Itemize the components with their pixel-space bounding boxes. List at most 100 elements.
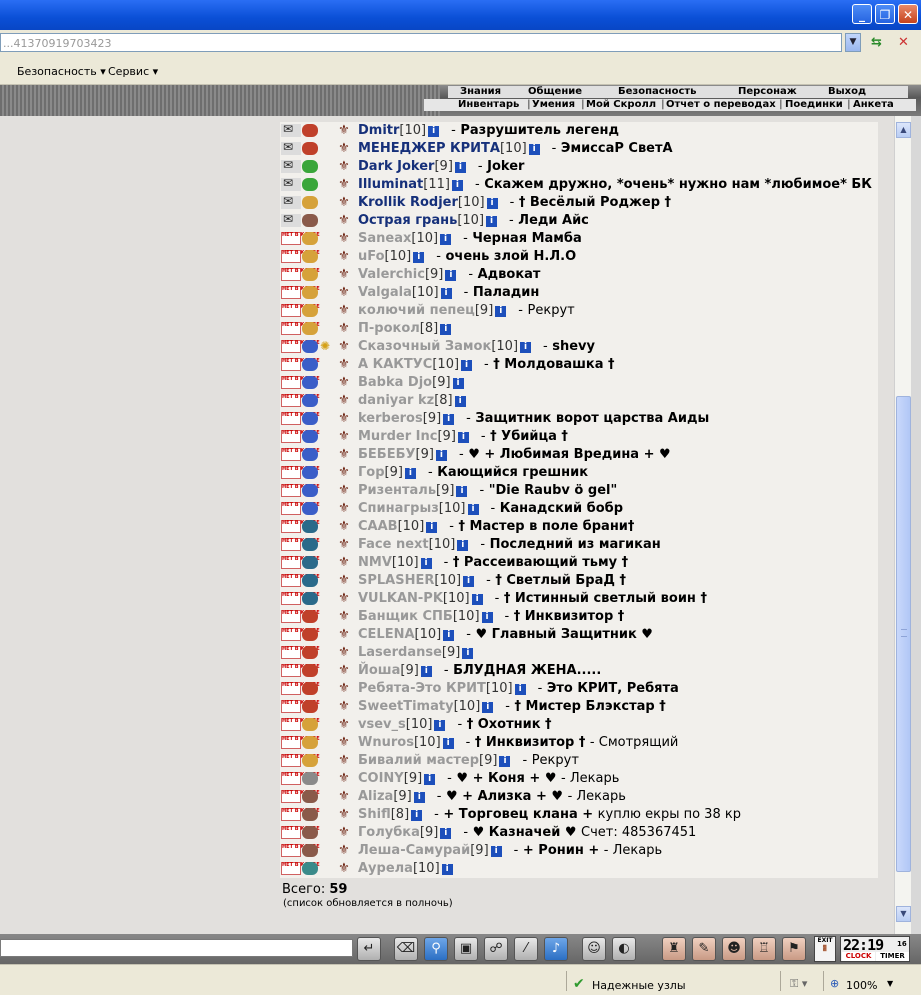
clan-emblem-icon[interactable]: ⚜ bbox=[334, 267, 354, 282]
info-icon[interactable]: i bbox=[481, 612, 493, 623]
clan-emblem-icon[interactable]: ⚜ bbox=[334, 357, 354, 372]
info-icon[interactable]: i bbox=[486, 198, 498, 209]
info-icon[interactable]: i bbox=[443, 630, 455, 641]
member-name[interactable]: Спинагрыз bbox=[358, 501, 439, 516]
refresh-icon[interactable]: ⇆ bbox=[866, 33, 887, 52]
member-name[interactable]: МЕНЕДЖЕР КРИТА bbox=[358, 141, 500, 156]
member-name[interactable]: Saneax bbox=[358, 231, 411, 246]
walk-icon[interactable]: ☍ bbox=[484, 937, 508, 961]
nav-communication[interactable]: Общение bbox=[528, 86, 582, 98]
clan-emblem-icon[interactable]: ⚜ bbox=[334, 375, 354, 390]
clan-emblem-icon[interactable]: ⚜ bbox=[334, 213, 354, 228]
not-in-club-icon[interactable]: НЕТ В КЛУБЕ bbox=[281, 484, 320, 497]
info-icon[interactable]: i bbox=[528, 144, 540, 155]
clan-emblem-icon[interactable]: ⚜ bbox=[334, 411, 354, 426]
menu-service[interactable]: Сервис ▾ bbox=[108, 65, 158, 78]
not-in-club-icon[interactable]: НЕТ В КЛУБЕ bbox=[281, 538, 320, 551]
save-icon[interactable]: ▣ bbox=[454, 937, 478, 961]
member-name[interactable]: VULKAN-PK bbox=[358, 591, 443, 606]
not-in-club-icon[interactable]: НЕТ В КЛУБЕ bbox=[281, 448, 320, 461]
zoom-icon[interactable]: ⊕ bbox=[830, 977, 839, 990]
member-name[interactable]: Dmitr bbox=[358, 123, 399, 138]
bag-icon[interactable]: ♜ bbox=[662, 937, 686, 961]
not-in-club-icon[interactable]: НЕТ В КЛУБЕ bbox=[281, 322, 320, 335]
not-in-club-icon[interactable]: НЕТ В КЛУБЕ bbox=[281, 412, 320, 425]
minimize-button[interactable]: _ bbox=[852, 4, 872, 24]
not-in-club-icon[interactable]: НЕТ В КЛУБЕ bbox=[281, 268, 320, 281]
member-name[interactable]: Babka Djo bbox=[358, 375, 432, 390]
clan-emblem-icon[interactable]: ⚜ bbox=[334, 807, 354, 822]
not-in-club-icon[interactable]: НЕТ В КЛУБЕ bbox=[281, 736, 320, 749]
member-name[interactable]: Aliza bbox=[358, 789, 393, 804]
chat-input[interactable] bbox=[0, 939, 353, 957]
info-icon[interactable]: i bbox=[471, 594, 483, 605]
info-icon[interactable]: i bbox=[440, 288, 452, 299]
info-icon[interactable]: i bbox=[456, 486, 468, 497]
member-name[interactable]: Face next bbox=[358, 537, 429, 552]
not-in-club-icon[interactable]: НЕТ В КЛУБЕ bbox=[281, 772, 320, 785]
clan-emblem-icon[interactable]: ⚜ bbox=[334, 843, 354, 858]
member-name[interactable]: Ризенталь bbox=[358, 483, 436, 498]
info-icon[interactable]: i bbox=[499, 756, 511, 767]
online-mail-icon[interactable] bbox=[281, 212, 301, 227]
clan-emblem-icon[interactable]: ⚜ bbox=[334, 681, 354, 696]
member-name[interactable]: Shifl bbox=[358, 807, 391, 822]
info-icon[interactable]: i bbox=[420, 666, 432, 677]
info-icon[interactable]: i bbox=[442, 738, 454, 749]
info-icon[interactable]: i bbox=[440, 324, 452, 335]
not-in-club-icon[interactable]: НЕТ В КЛУБЕ bbox=[281, 358, 320, 371]
info-icon[interactable]: i bbox=[435, 450, 447, 461]
not-in-club-icon[interactable]: НЕТ В КЛУБЕ bbox=[281, 574, 320, 587]
info-icon[interactable]: i bbox=[520, 342, 532, 353]
scroll-icon[interactable]: ✎ bbox=[692, 937, 716, 961]
nav-inventory[interactable]: Инвентарь bbox=[458, 99, 519, 111]
info-icon[interactable]: i bbox=[440, 828, 452, 839]
member-name[interactable]: SweetTimaty bbox=[358, 699, 454, 714]
info-icon[interactable]: i bbox=[420, 558, 432, 569]
not-in-club-icon[interactable]: НЕТ В КЛУБЕ bbox=[281, 232, 320, 245]
not-in-club-icon[interactable]: НЕТ В КЛУБЕ bbox=[281, 520, 320, 533]
info-icon[interactable]: i bbox=[441, 864, 453, 875]
exit-button[interactable]: EXIT 🚪 bbox=[814, 936, 836, 962]
nav-security[interactable]: Безопасность bbox=[618, 86, 697, 98]
clan-emblem-icon[interactable]: ⚜ bbox=[334, 465, 354, 480]
clan-emblem-icon[interactable]: ⚜ bbox=[334, 753, 354, 768]
clan-emblem-icon[interactable]: ⚜ bbox=[334, 555, 354, 570]
clan-emblem-icon[interactable]: ⚜ bbox=[334, 519, 354, 534]
flag-icon[interactable]: ⚑ bbox=[782, 937, 806, 961]
eraser-icon[interactable]: ⌫ bbox=[394, 937, 418, 961]
not-in-club-icon[interactable]: НЕТ В КЛУБЕ bbox=[281, 394, 320, 407]
member-name[interactable]: Illuminat bbox=[358, 177, 423, 192]
clan-emblem-icon[interactable]: ⚜ bbox=[334, 699, 354, 714]
zoom-dropdown-icon[interactable]: ▼ bbox=[887, 979, 893, 988]
nav-duels[interactable]: Поединки bbox=[785, 99, 843, 111]
clan-emblem-icon[interactable]: ⚜ bbox=[334, 393, 354, 408]
not-in-club-icon[interactable]: НЕТ В КЛУБЕ bbox=[281, 754, 320, 767]
nav-knowledge[interactable]: Знания bbox=[460, 86, 501, 98]
info-icon[interactable]: i bbox=[424, 774, 436, 785]
scroll-down-button[interactable]: ▼ bbox=[896, 906, 911, 922]
mask-icon[interactable]: ☻ bbox=[722, 937, 746, 961]
protected-mode-icon[interactable]: ⚿ ▾ bbox=[790, 977, 807, 991]
member-name[interactable]: Valerchic bbox=[358, 267, 425, 282]
info-icon[interactable]: i bbox=[463, 576, 475, 587]
online-mail-icon[interactable] bbox=[281, 194, 301, 209]
info-icon[interactable]: i bbox=[434, 720, 446, 731]
member-name[interactable]: Сказочный Замок bbox=[358, 339, 491, 354]
clan-emblem-icon[interactable]: ⚜ bbox=[334, 159, 354, 174]
info-icon[interactable]: i bbox=[486, 216, 498, 227]
info-icon[interactable]: i bbox=[451, 180, 463, 191]
clan-emblem-icon[interactable]: ⚜ bbox=[334, 123, 354, 138]
member-name[interactable]: Бивалий мастер bbox=[358, 753, 479, 768]
member-name[interactable]: Valgala bbox=[358, 285, 412, 300]
clan-emblem-icon[interactable]: ⚜ bbox=[334, 573, 354, 588]
menu-security[interactable]: Безопасность ▾ bbox=[17, 65, 106, 78]
scroll-thumb[interactable] bbox=[896, 396, 911, 872]
member-name[interactable]: COINY bbox=[358, 771, 404, 786]
not-in-club-icon[interactable]: НЕТ В КЛУБЕ bbox=[281, 556, 320, 569]
not-in-club-icon[interactable]: НЕТ В КЛУБЕ bbox=[281, 700, 320, 713]
clan-emblem-icon[interactable]: ⚜ bbox=[334, 735, 354, 750]
not-in-club-icon[interactable]: НЕТ В КЛУБЕ bbox=[281, 430, 320, 443]
member-name[interactable]: Ребята-Это КРИТ bbox=[358, 681, 486, 696]
clock-tab[interactable]: CLOCK bbox=[842, 952, 875, 961]
